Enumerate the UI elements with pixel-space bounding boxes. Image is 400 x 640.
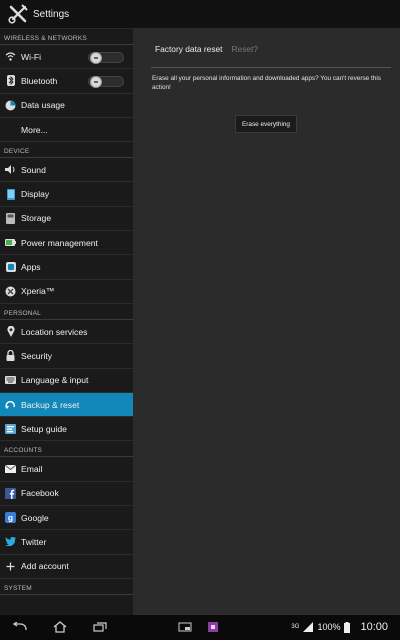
sidebar-item-apps[interactable]: Apps <box>0 255 133 280</box>
sidebar-item-security[interactable]: Security <box>0 344 133 369</box>
storage-icon <box>5 212 16 224</box>
sidebar-item-label: Facebook <box>21 488 59 499</box>
breadcrumb: Factory data reset Reset? <box>155 44 258 54</box>
plus-icon <box>5 561 16 572</box>
sidebar-item-label: Display <box>21 189 50 200</box>
battery-level: 100% <box>317 622 341 632</box>
sidebar-item-label: Language & input <box>21 375 89 386</box>
sidebar-item-more[interactable]: More... <box>0 118 133 143</box>
sidebar-item-label: Email <box>21 464 43 475</box>
home-icon <box>53 621 67 633</box>
sidebar-item-backup-reset[interactable]: Backup & reset <box>0 392 133 418</box>
toggle-knob <box>90 76 102 89</box>
title-bar: Settings <box>0 0 400 29</box>
sidebar-item-label: More... <box>21 124 48 135</box>
signal-type: 3G <box>291 624 300 630</box>
backup-icon <box>5 399 16 410</box>
divider <box>151 67 391 68</box>
battery-icon <box>5 237 16 248</box>
app-notification-icon <box>208 622 218 632</box>
sidebar-item-data-usage[interactable]: Data usage <box>0 94 133 118</box>
section-header: ACCOUNTS <box>0 441 133 458</box>
sidebar-item-add-account[interactable]: Add account <box>0 555 133 579</box>
sidebar-item-label: Google <box>21 512 49 523</box>
small-apps-icon <box>178 622 192 632</box>
navigation-bar: 3G 100% 10:00 <box>0 615 400 640</box>
notification-app-button[interactable] <box>205 620 221 634</box>
detail-panel: Factory data reset Reset? Erase all your… <box>133 29 400 615</box>
sidebar-item-email[interactable]: Email <box>0 457 133 482</box>
sidebar-item-label: Power management <box>21 237 98 248</box>
google-icon: g <box>5 512 16 524</box>
small-apps-button[interactable] <box>176 620 194 634</box>
speaker-icon <box>5 164 16 175</box>
wifi-icon <box>5 51 16 62</box>
sidebar-item-facebook[interactable]: Facebook <box>0 482 133 507</box>
sidebar-item-storage[interactable]: Storage <box>0 207 133 232</box>
sidebar-item-power-management[interactable]: Power management <box>0 231 133 256</box>
wi-fi-toggle[interactable] <box>88 52 124 64</box>
app-title: Settings <box>33 8 70 20</box>
lock-icon <box>5 350 16 362</box>
signal-strength-icon <box>303 622 314 632</box>
sidebar-item-bluetooth[interactable]: Bluetooth <box>0 69 133 94</box>
apps-icon <box>5 262 16 273</box>
sidebar-item-label: Location services <box>21 326 88 337</box>
sidebar-item-label: Twitter <box>21 536 47 547</box>
blank-icon <box>5 124 16 135</box>
sidebar-item-label: Xperia™ <box>21 286 55 297</box>
sidebar-item-label: Sound <box>21 164 46 175</box>
sidebar-item-label: Bluetooth <box>21 75 58 86</box>
twitter-icon <box>5 536 16 547</box>
settings-sidebar: WIRELESS & NETWORKS Wi-Fi Bluetooth Data us… <box>0 29 133 615</box>
sidebar-item-google[interactable]: g Google <box>0 506 133 531</box>
location-icon <box>5 326 16 338</box>
toggle-knob <box>90 52 102 64</box>
sidebar-item-display[interactable]: Display <box>0 182 133 207</box>
bluetooth-toggle[interactable] <box>88 76 124 89</box>
battery-icon <box>344 621 351 633</box>
section-header: SYSTEM <box>0 579 133 595</box>
clock: 10:00 <box>360 621 388 633</box>
status-area: 3G 100% 10:00 <box>291 620 388 634</box>
data-usage-icon <box>5 100 16 111</box>
back-icon <box>12 622 27 631</box>
back-button[interactable] <box>10 620 30 634</box>
home-button[interactable] <box>50 620 70 634</box>
breadcrumb-reset-confirm: Reset? <box>231 44 259 54</box>
breadcrumb-factory-reset[interactable]: Factory data reset <box>155 44 223 54</box>
sidebar-item-setup-guide[interactable]: Setup guide <box>0 417 133 442</box>
sidebar-item-location-services[interactable]: Location services <box>0 320 133 345</box>
recent-apps-icon <box>93 622 107 632</box>
setup-guide-icon <box>5 423 16 434</box>
sidebar-item-label: Data usage <box>21 100 65 111</box>
section-header: PERSONAL <box>0 304 133 320</box>
sidebar-item-label: Security <box>21 350 53 361</box>
sidebar-item-label: Setup guide <box>21 423 67 434</box>
sidebar-item-sound[interactable]: Sound <box>0 158 133 183</box>
email-icon <box>5 464 16 475</box>
sidebar-item-xperia[interactable]: Xperia™ <box>0 280 133 304</box>
recent-apps-button[interactable] <box>90 620 110 634</box>
display-icon <box>5 188 16 200</box>
svg-text:g: g <box>8 513 13 523</box>
sidebar-item-label: Add account <box>21 561 69 572</box>
sidebar-item-twitter[interactable]: Twitter <box>0 530 133 555</box>
facebook-icon <box>5 487 16 499</box>
section-header: WIRELESS & NETWORKS <box>0 29 133 45</box>
bluetooth-icon <box>5 75 16 87</box>
section-header: DEVICE <box>0 142 133 159</box>
sidebar-item-label: Wi-Fi <box>21 51 42 62</box>
settings-tools-icon <box>8 4 28 24</box>
reset-warning-text: Erase all your personal information and … <box>152 75 381 91</box>
sidebar-item-label: Apps <box>21 262 41 273</box>
sidebar-item-label: Storage <box>21 213 52 224</box>
keyboard-icon <box>5 375 16 386</box>
sidebar-item-wi-fi[interactable]: Wi-Fi <box>0 45 133 70</box>
xperia-icon <box>5 286 16 297</box>
erase-everything-button[interactable]: Erase everything <box>235 115 297 133</box>
sidebar-item-label: Backup & reset <box>21 399 80 410</box>
sidebar-item-language-input[interactable]: Language & input <box>0 369 133 393</box>
